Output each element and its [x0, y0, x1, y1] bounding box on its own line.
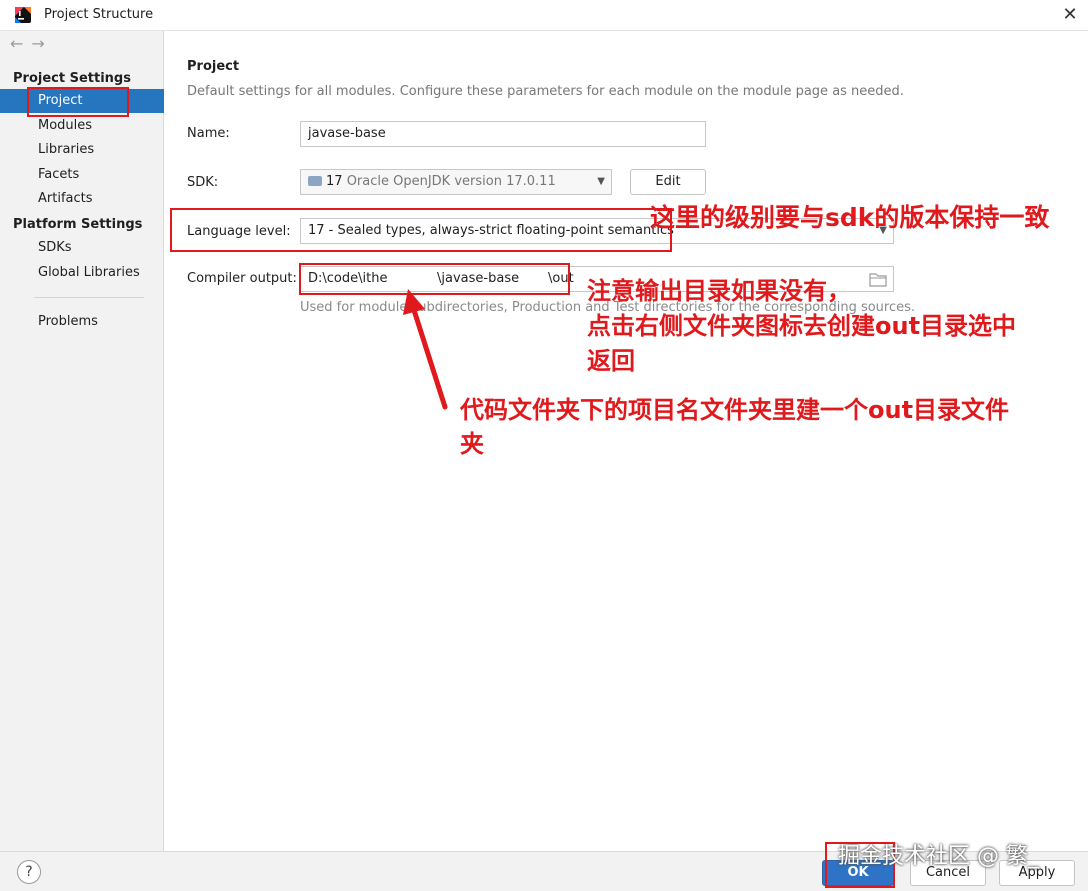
nav-arrows: ←→ [10, 34, 53, 53]
sidebar-divider [34, 297, 144, 298]
forward-arrow-icon[interactable]: → [31, 34, 52, 53]
annotation-output-note-1: 注意输出目录如果没有， [587, 277, 851, 305]
platform-settings-heading: Platform Settings [13, 217, 143, 232]
sidebar: ←→ Project Settings Project Modules Libr… [0, 31, 164, 851]
chevron-down-icon: ▼ [597, 176, 605, 187]
sidebar-item-libraries[interactable]: Libraries [0, 138, 164, 162]
annotation-folder-note-2: 夹 [460, 430, 484, 458]
main-panel [165, 31, 1088, 851]
sidebar-item-sdks[interactable]: SDKs [0, 236, 164, 260]
annotation-output-note-2: 点击右侧文件夹图标去创建out目录选中 [587, 312, 1017, 340]
annotation-language-note: 这里的级别要与sdk的版本保持一致 [650, 203, 1050, 232]
title-bar: Project Structure ✕ [0, 0, 1088, 31]
compiler-output-label: Compiler output: [187, 271, 297, 286]
sidebar-item-facets[interactable]: Facets [0, 163, 164, 187]
annotation-output-note-3: 返回 [587, 347, 635, 375]
page-title: Project [187, 59, 240, 74]
close-icon[interactable]: ✕ [1058, 3, 1082, 27]
help-icon[interactable]: ? [17, 860, 41, 884]
folder-icon[interactable] [866, 268, 890, 290]
annotation-arrow [403, 289, 448, 410]
sidebar-item-modules[interactable]: Modules [0, 114, 164, 138]
sdk-version: 17 [326, 174, 343, 189]
sdk-label: SDK: [187, 175, 219, 190]
highlight-language-level [170, 208, 672, 252]
sidebar-item-artifacts[interactable]: Artifacts [0, 187, 164, 211]
sdk-folder-icon [308, 175, 322, 186]
sidebar-item-problems[interactable]: Problems [0, 310, 164, 334]
name-label: Name: [187, 126, 230, 141]
intellij-app-icon [15, 7, 31, 23]
sdk-select[interactable]: 17 Oracle OpenJDK version 17.0.11 ▼ [300, 169, 612, 195]
annotation-folder-note-1: 代码文件夹下的项目名文件夹里建一个out目录文件 [460, 396, 1010, 424]
edit-sdk-button[interactable]: Edit [630, 169, 706, 195]
sidebar-item-global-libraries[interactable]: Global Libraries [0, 261, 164, 285]
window-title: Project Structure [44, 7, 154, 22]
back-arrow-icon[interactable]: ← [10, 34, 31, 53]
highlight-project-item [27, 87, 129, 117]
name-input[interactable]: javase-base [300, 121, 706, 147]
watermark: 掘金技术社区 @ 繁_ [838, 844, 1039, 869]
sdk-name: Oracle OpenJDK version 17.0.11 [346, 174, 556, 189]
project-settings-heading: Project Settings [13, 71, 131, 86]
page-description: Default settings for all modules. Config… [187, 84, 904, 99]
